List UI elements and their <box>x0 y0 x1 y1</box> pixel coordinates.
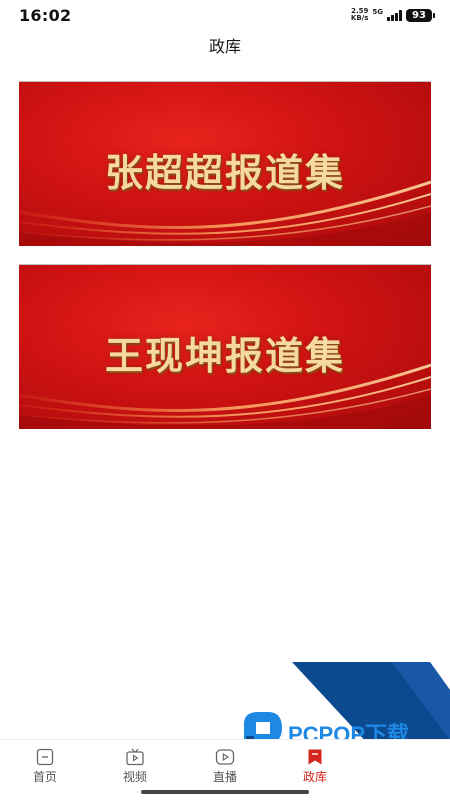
home-icon <box>36 748 54 766</box>
tab-zhengku-label: 政库 <box>302 770 327 784</box>
tv-icon <box>126 748 144 766</box>
network-speed: 2.59 KB/s <box>351 8 368 22</box>
home-indicator[interactable] <box>141 790 309 794</box>
status-time: 16:02 <box>19 6 72 25</box>
live-play-icon <box>215 749 235 765</box>
tab-live[interactable]: 直播 <box>195 748 255 785</box>
battery-icon: 93 <box>406 8 435 22</box>
page-header: 政库 <box>0 34 450 60</box>
tab-video[interactable]: 视频 <box>105 748 165 785</box>
tab-live-label: 直播 <box>212 770 237 784</box>
banner-title: 张超超报道集 <box>104 150 345 195</box>
network-type: 5G <box>372 7 383 16</box>
bookmark-icon <box>308 749 322 765</box>
tab-video-label: 视频 <box>122 770 147 784</box>
banner-title: 王现坤报道集 <box>104 333 345 378</box>
status-indicators: 2.59 KB/s 5G 93 <box>351 7 435 22</box>
report-banner-2[interactable]: 王现坤报道集 <box>19 264 431 429</box>
signal-icon <box>387 9 402 21</box>
tab-home-label: 首页 <box>32 770 57 784</box>
report-banner-1[interactable]: 张超超报道集 <box>19 81 431 246</box>
page-title: 政库 <box>208 37 241 56</box>
status-bar: 16:02 2.59 KB/s 5G 93 <box>0 0 450 32</box>
tab-zhengku[interactable]: 政库 <box>285 748 345 785</box>
tab-home[interactable]: 首页 <box>15 748 75 785</box>
network-speed-unit: KB/s <box>350 14 369 22</box>
